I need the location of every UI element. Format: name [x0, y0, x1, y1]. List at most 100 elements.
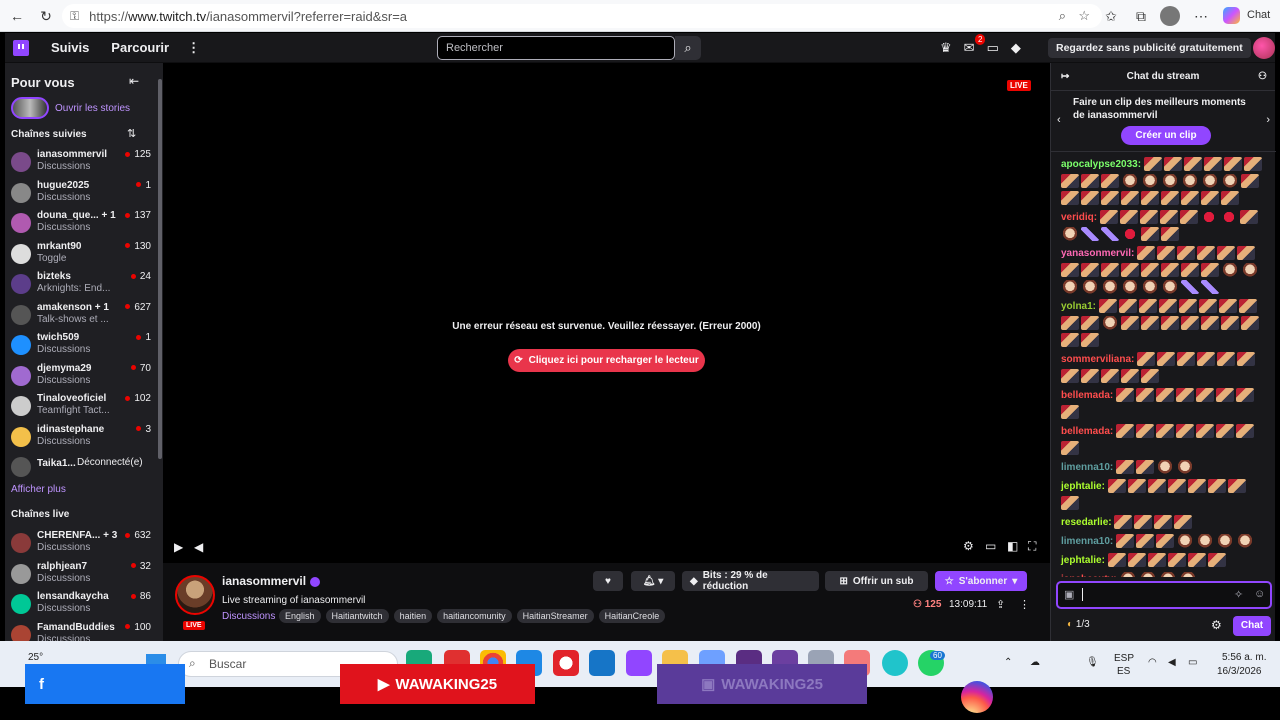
emote-icon[interactable] — [1138, 299, 1157, 314]
emote-icon[interactable] — [1127, 553, 1146, 568]
face-emote-icon[interactable] — [1181, 174, 1199, 189]
channel-item[interactable]: ralphjean7 Discussions 32 — [11, 560, 151, 590]
bits-icon[interactable]: ◆ — [1011, 40, 1021, 56]
emote-icon[interactable] — [1137, 352, 1156, 367]
app-canva-icon[interactable] — [882, 650, 908, 676]
emote-icon[interactable] — [1201, 316, 1219, 331]
stream-tag[interactable]: English — [279, 609, 321, 623]
emote-icon[interactable] — [1143, 157, 1162, 172]
chat-username[interactable]: limenna10: — [1061, 462, 1113, 473]
app-twitch-icon[interactable] — [626, 650, 652, 676]
emote-icon[interactable] — [1121, 316, 1139, 331]
heart-emote-icon[interactable] — [1219, 210, 1238, 225]
collections-icon[interactable]: ⧉ — [1132, 7, 1150, 25]
emote-icon[interactable] — [1061, 441, 1079, 456]
stream-tag[interactable]: haitiancomunity — [437, 609, 512, 623]
emote-icon[interactable] — [1081, 263, 1099, 278]
face-emote-icon[interactable] — [1201, 174, 1219, 189]
channel-item[interactable]: Tinaloveoficiel Teamfight Tact... 102 — [11, 392, 151, 422]
emote-icon[interactable] — [1183, 157, 1202, 172]
emote-icon[interactable] — [1176, 424, 1195, 439]
face-emote-icon[interactable] — [1101, 280, 1119, 295]
emote-icon[interactable] — [1116, 424, 1135, 439]
emote-icon[interactable] — [1137, 246, 1156, 261]
face-emote-icon[interactable] — [1061, 280, 1079, 295]
face-emote-icon[interactable] — [1121, 280, 1139, 295]
heart-emote-icon[interactable] — [1199, 210, 1218, 225]
feather-emote-icon[interactable] — [1081, 227, 1099, 242]
emote-icon[interactable] — [1136, 388, 1155, 403]
chat-username[interactable]: bellemada: — [1061, 390, 1113, 401]
stream-tag[interactable]: HaitianStreamer — [516, 609, 594, 623]
face-emote-icon[interactable] — [1119, 572, 1138, 577]
chat-username[interactable]: sommerviliana: — [1061, 354, 1134, 365]
emote-icon[interactable] — [1107, 553, 1126, 568]
chat-username[interactable]: jephtalie: — [1061, 555, 1105, 566]
emote-icon[interactable] — [1161, 316, 1179, 331]
emote-icon[interactable] — [1221, 191, 1239, 206]
face-emote-icon[interactable] — [1159, 572, 1178, 577]
cloud-icon[interactable]: ☁ — [1030, 657, 1040, 668]
mic-icon[interactable]: 🎙︎ — [1086, 657, 1099, 668]
emote-icon[interactable] — [1218, 299, 1237, 314]
zoom-icon[interactable]: ⌕ — [1059, 8, 1066, 24]
emote-icon[interactable] — [1141, 227, 1159, 242]
bits-button[interactable]: ◆ Bits : 29 % de réduction — [682, 570, 819, 592]
face-emote-icon[interactable] — [1176, 534, 1195, 549]
emote-icon[interactable] — [1227, 479, 1246, 494]
chat-settings-icon[interactable]: ⚙ — [1211, 618, 1222, 632]
face-emote-icon[interactable] — [1221, 263, 1239, 278]
emote-icon[interactable] — [1136, 424, 1155, 439]
stream-tag[interactable]: Haitiantwitch — [325, 609, 389, 623]
emote-icon[interactable] — [1223, 157, 1242, 172]
feather-emote-icon[interactable] — [1101, 227, 1119, 242]
copilot-icon[interactable] — [1223, 7, 1240, 24]
face-emote-icon[interactable] — [1081, 280, 1099, 295]
emote-icon[interactable] — [1221, 316, 1239, 331]
emote-icon[interactable] — [1061, 369, 1079, 384]
emote-icon[interactable] — [1239, 210, 1258, 225]
chat-username[interactable]: veridiq: — [1061, 212, 1097, 223]
prime-icon[interactable]: ♛ — [940, 40, 952, 56]
app-opera-icon[interactable] — [553, 650, 579, 676]
address-bar[interactable]: ⚿ https://www.twitch.tv/ianasommervil?re… — [62, 4, 1102, 28]
emote-icon[interactable] — [1101, 191, 1119, 206]
search-button[interactable]: ⌕ — [675, 36, 701, 60]
emote-icon[interactable] — [1217, 352, 1236, 367]
back-icon[interactable]: ← — [8, 7, 26, 25]
face-emote-icon[interactable] — [1216, 534, 1235, 549]
emote-icon[interactable] — [1141, 316, 1159, 331]
emote-icon[interactable] — [1174, 515, 1193, 530]
emote-icon[interactable] — [1236, 424, 1255, 439]
emote-icon[interactable] — [1061, 333, 1079, 348]
emote-icon[interactable] — [1121, 191, 1139, 206]
play-icon[interactable]: ▶ — [174, 540, 183, 554]
cast-icon[interactable]: ▭ — [985, 539, 996, 553]
volume-icon[interactable]: ◀ — [1168, 657, 1176, 668]
channel-points[interactable]: ◐ 1/3 — [1067, 619, 1090, 630]
emote-icon[interactable] — [1119, 210, 1138, 225]
emote-icon[interactable] — [1136, 534, 1155, 549]
heart-emote-icon[interactable] — [1121, 227, 1139, 242]
face-emote-icon[interactable] — [1061, 227, 1079, 242]
emote-icon[interactable] — [1197, 246, 1216, 261]
emote-icon[interactable] — [1061, 174, 1079, 189]
stories-button[interactable]: Ouvrir les stories — [11, 97, 130, 119]
face-emote-icon[interactable] — [1179, 572, 1198, 577]
channel-item[interactable]: djemyma29 Discussions 70 — [11, 362, 151, 392]
chevron-left-icon[interactable]: ‹ — [1057, 114, 1061, 126]
emote-icon[interactable] — [1134, 515, 1153, 530]
gift-sub-button[interactable]: ⊞ Offrir un sub — [825, 571, 928, 591]
share-icon[interactable]: ⇪ — [996, 598, 1005, 611]
user-avatar[interactable] — [1253, 37, 1275, 59]
more-options-icon[interactable]: ⋮ — [1019, 598, 1030, 611]
emote-icon[interactable] — [1187, 479, 1206, 494]
emote-icon[interactable] — [1159, 210, 1178, 225]
emote-icon[interactable] — [1114, 515, 1133, 530]
emote-icon[interactable] — [1116, 460, 1135, 475]
face-emote-icon[interactable] — [1139, 572, 1158, 577]
emote-icon[interactable] — [1141, 369, 1159, 384]
chat-username[interactable]: limenna10: — [1061, 536, 1113, 547]
wifi-icon[interactable]: ◠ — [1148, 657, 1157, 668]
emote-icon[interactable] — [1061, 316, 1079, 331]
